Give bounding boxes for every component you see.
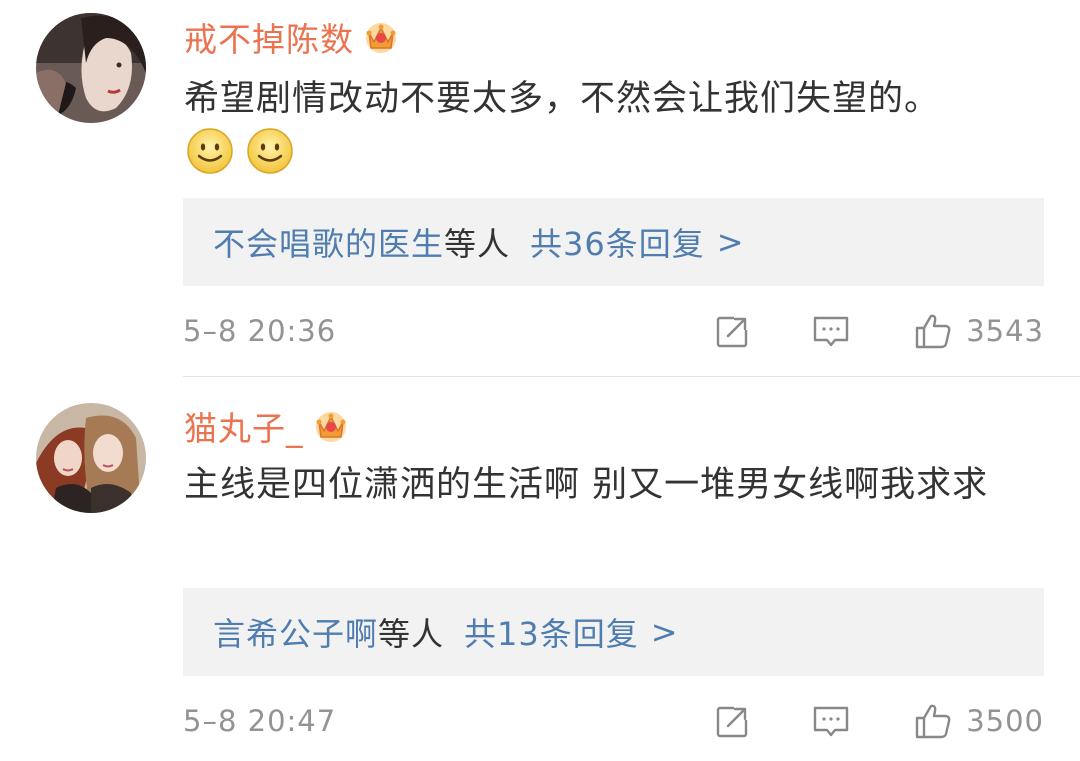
- reply-summary[interactable]: 言希公子啊 等人 共13条回复 >: [183, 588, 1044, 676]
- crown-icon: [362, 18, 400, 56]
- comment-icon[interactable]: [812, 702, 850, 740]
- user-name-row: 猫丸子_: [184, 402, 350, 450]
- reply-users[interactable]: 言希公子啊: [213, 609, 378, 655]
- timestamp: 5–8 20:36: [183, 314, 337, 348]
- emoji-row: [186, 127, 294, 175]
- thumbs-up-icon: [915, 314, 951, 349]
- crown-icon: [312, 407, 350, 445]
- comment-meta: 5–8 20:36 3543: [183, 307, 1044, 355]
- smile-emoji: [187, 128, 233, 174]
- reply-count-link[interactable]: 共36条回复: [530, 219, 705, 265]
- comment-meta: 5–8 20:47 3500: [183, 697, 1044, 745]
- like-count: 3500: [966, 704, 1044, 738]
- comment-icon[interactable]: [812, 312, 850, 350]
- user-name-row: 戒不掉陈数: [184, 13, 400, 61]
- username[interactable]: 猫丸子_: [184, 402, 304, 450]
- chevron-right-icon: >: [650, 613, 679, 651]
- reply-users[interactable]: 不会唱歌的医生: [213, 219, 444, 265]
- comment-item: 戒不掉陈数 希望剧情改动不要太多，不然会让我们失望的。 不会唱歌的医生 等人 共…: [0, 0, 1080, 376]
- username[interactable]: 戒不掉陈数: [184, 13, 354, 61]
- smile-emoji: [247, 128, 293, 174]
- timestamp: 5–8 20:47: [183, 704, 337, 738]
- action-bar: 3500: [714, 702, 1044, 740]
- share-icon[interactable]: [714, 702, 753, 740]
- reply-etc-label: 等人: [378, 615, 445, 653]
- comment-text: 主线是四位潇洒的生活啊 别又一堆男女线啊我求求: [184, 465, 989, 505]
- like-button[interactable]: 3543: [914, 312, 1044, 350]
- share-icon[interactable]: [714, 312, 753, 350]
- avatar[interactable]: [36, 13, 146, 123]
- reply-summary[interactable]: 不会唱歌的医生 等人 共36条回复 >: [183, 198, 1044, 286]
- comment-item: 猫丸子_ 主线是四位潇洒的生活啊 别又一堆男女线啊我求求 言希公子啊 等人 共1…: [0, 377, 1080, 761]
- chevron-right-icon: >: [716, 223, 745, 261]
- comment-text: 希望剧情改动不要太多，不然会让我们失望的。: [184, 79, 941, 119]
- like-count: 3543: [966, 314, 1044, 348]
- action-bar: 3543: [714, 312, 1044, 350]
- reply-count-link[interactable]: 共13条回复: [464, 609, 639, 655]
- thumbs-up-icon: [915, 704, 951, 739]
- avatar[interactable]: [36, 403, 146, 513]
- like-button[interactable]: 3500: [914, 702, 1044, 740]
- reply-etc-label: 等人: [444, 225, 511, 263]
